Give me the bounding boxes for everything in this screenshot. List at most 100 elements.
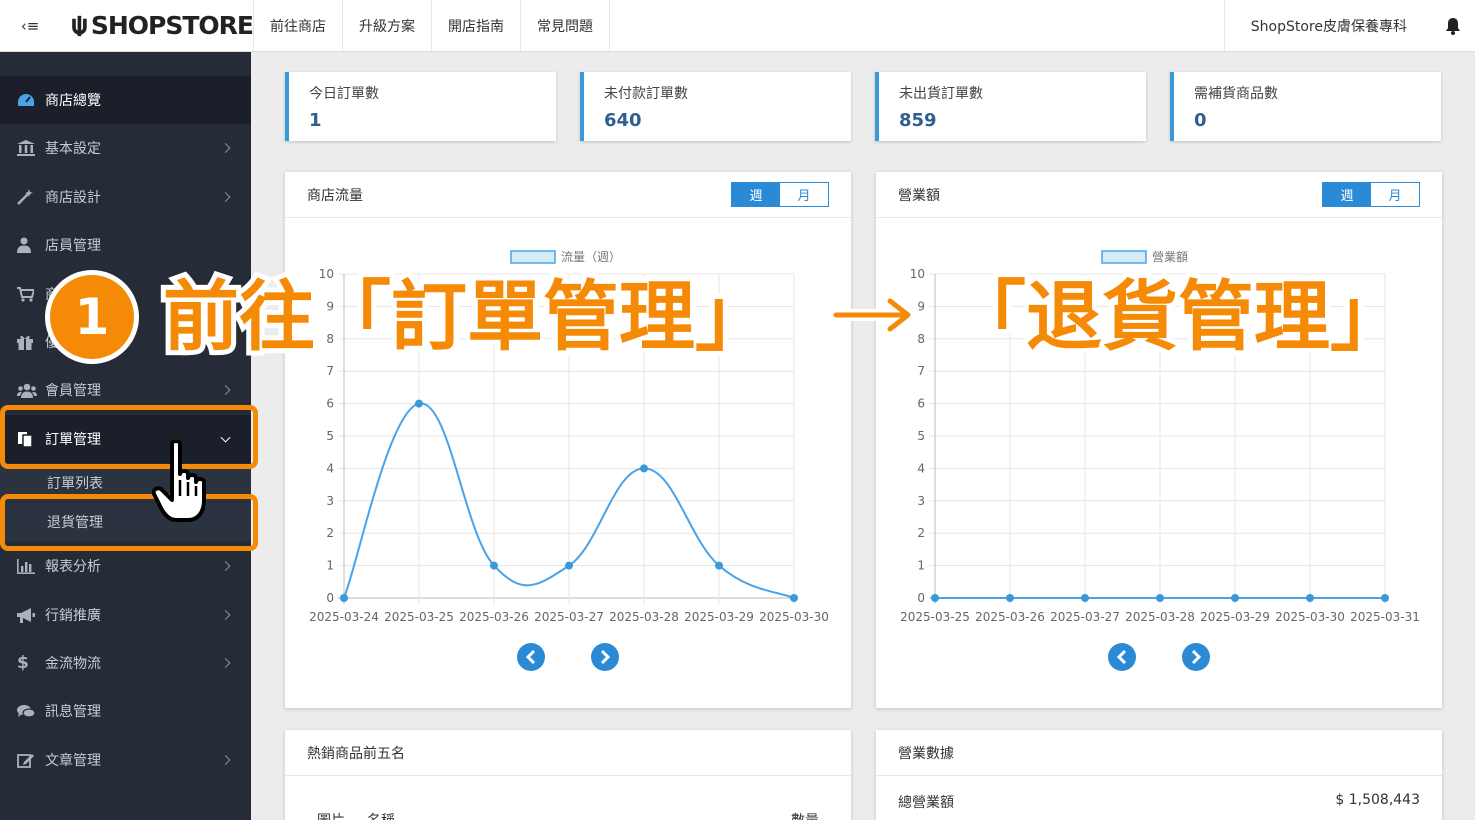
x-tick-label: 2025-03-28 xyxy=(1125,610,1195,624)
sidebar-item-marketing[interactable]: 行銷推廣 xyxy=(0,591,251,639)
x-tick-label: 2025-03-26 xyxy=(459,610,529,624)
panel-title: 營業數據 xyxy=(898,745,954,762)
y-tick-label: 5 xyxy=(917,429,925,443)
magic-wand-icon xyxy=(17,188,39,206)
stat-card-unshipped-orders[interactable]: 未出貨訂單數 859 xyxy=(875,72,1146,141)
chevron-right-icon xyxy=(220,561,231,571)
notification-button[interactable] xyxy=(1431,17,1475,35)
month-button[interactable]: 月 xyxy=(1371,183,1419,206)
stat-card-today-orders[interactable]: 今日訂單數 1 xyxy=(285,72,556,141)
stat-value: 859 xyxy=(899,110,937,131)
y-tick-label: 6 xyxy=(326,397,334,411)
stat-card-restock-products[interactable]: 需補貨商品數 0 xyxy=(1170,72,1441,141)
data-point xyxy=(790,594,798,602)
y-tick-label: 2 xyxy=(917,526,925,540)
y-tick-label: 1 xyxy=(326,559,334,573)
logo[interactable]: SHOPSTORE xyxy=(60,0,254,51)
next-week-button[interactable] xyxy=(591,643,619,671)
sidebar-item-dashboard[interactable]: 商店總覽 xyxy=(0,76,251,124)
x-tick-label: 2025-03-30 xyxy=(759,610,829,624)
chevron-right-icon xyxy=(220,143,231,153)
shop-name-menu[interactable]: ShopStore皮膚保養專科 xyxy=(1223,0,1431,51)
sidebar-item-payments-logistics[interactable]: $ 金流物流 xyxy=(0,639,251,687)
legend-swatch xyxy=(1101,250,1147,264)
x-tick-label: 2025-03-29 xyxy=(684,610,754,624)
y-tick-label: 6 xyxy=(917,397,925,411)
chevron-right-icon xyxy=(220,658,231,668)
sidebar-toggle-button[interactable]: ‹≡ xyxy=(0,0,60,51)
chevron-right-icon xyxy=(220,385,231,395)
column-header-image: 圖片 xyxy=(317,810,345,820)
period-toggle: 週 月 xyxy=(1322,182,1420,207)
prev-week-button[interactable] xyxy=(1108,643,1136,671)
sidebar-item-messages[interactable]: 訊息管理 xyxy=(0,687,251,735)
data-point xyxy=(640,464,648,473)
nav-faq[interactable]: 常見問題 xyxy=(521,0,610,51)
legend-label: 營業額 xyxy=(1152,250,1188,264)
x-tick-label: 2025-03-24 xyxy=(309,610,379,624)
hot-products-panel: 熱銷商品前五名 圖片 名稱 數量 xyxy=(285,730,851,820)
data-point xyxy=(340,594,348,602)
stat-label: 未付款訂單數 xyxy=(604,86,688,102)
y-tick-label: 4 xyxy=(326,461,334,475)
dollar-icon: $ xyxy=(17,653,29,673)
x-tick-label: 2025-03-27 xyxy=(1050,610,1120,624)
x-tick-label: 2025-03-29 xyxy=(1200,610,1270,624)
x-tick-label: 2025-03-25 xyxy=(384,610,454,624)
traffic-panel: 商店流量 週 月 流量（週） 0 1 2 3 4 5 6 7 8 9 10 2025-03-24 2025… xyxy=(285,172,851,708)
sidebar-item-label: 行銷推廣 xyxy=(45,608,101,624)
y-tick-label: 0 xyxy=(326,591,334,605)
y-tick-label: 7 xyxy=(326,364,334,378)
data-point xyxy=(565,561,573,570)
logo-icon xyxy=(72,15,87,36)
nav-go-store[interactable]: 前往商店 xyxy=(254,0,343,51)
sidebar-item-label: 報表分析 xyxy=(45,559,101,575)
gift-icon xyxy=(17,333,39,351)
x-tick-label: 2025-03-25 xyxy=(900,610,970,624)
stat-card-unpaid-orders[interactable]: 未付款訂單數 640 xyxy=(580,72,851,141)
bar-chart-icon xyxy=(17,557,39,575)
sidebar-item-basic-settings[interactable]: 基本設定 xyxy=(0,124,251,172)
sidebar-item-label: 金流物流 xyxy=(45,656,101,672)
month-button[interactable]: 月 xyxy=(780,183,828,206)
sidebar-item-articles[interactable]: 文章管理 xyxy=(0,736,251,784)
chevron-right-icon xyxy=(220,610,231,620)
chevron-right-icon xyxy=(1191,650,1202,664)
column-header-quantity: 數量 xyxy=(791,810,819,820)
nav-upgrade-plan[interactable]: 升級方案 xyxy=(343,0,432,51)
y-tick-label: 5 xyxy=(326,429,334,443)
legend-swatch xyxy=(510,250,556,264)
data-point xyxy=(1306,594,1314,602)
users-icon xyxy=(17,381,39,399)
stat-label: 需補貨商品數 xyxy=(1194,86,1278,102)
week-button[interactable]: 週 xyxy=(732,183,780,206)
chevron-left-icon xyxy=(1116,650,1127,664)
data-point xyxy=(415,399,423,408)
panel-title: 熱銷商品前五名 xyxy=(307,745,405,762)
arrow-right-icon xyxy=(832,295,914,335)
sidebar-item-label: 會員管理 xyxy=(45,383,101,399)
stat-label: 今日訂單數 xyxy=(309,86,379,102)
data-point xyxy=(1156,594,1164,602)
x-tick-label: 2025-03-31 xyxy=(1350,610,1420,624)
prev-week-button[interactable] xyxy=(517,643,545,671)
sidebar-item-label: 訊息管理 xyxy=(45,704,101,720)
business-data-panel: 營業數據 總營業額 $ 1,508,443 xyxy=(876,730,1442,820)
data-point xyxy=(490,561,498,570)
stat-value: 640 xyxy=(604,110,642,131)
sidebar-item-label: 商店總覽 xyxy=(45,93,101,109)
next-week-button[interactable] xyxy=(1182,643,1210,671)
total-revenue-value: $ 1,508,443 xyxy=(1335,792,1420,808)
sidebar-item-store-design[interactable]: 商店設計 xyxy=(0,173,251,221)
y-tick-label: 4 xyxy=(917,461,925,475)
sidebar-item-staff[interactable]: 店員管理 xyxy=(0,221,251,269)
data-point xyxy=(1231,594,1239,602)
highlight-orders xyxy=(0,405,258,469)
bell-icon xyxy=(1446,17,1460,35)
week-button[interactable]: 週 xyxy=(1323,183,1371,206)
nav-store-guide[interactable]: 開店指南 xyxy=(432,0,521,51)
instruction-text-a: 前往「訂單管理」 xyxy=(163,272,771,361)
x-tick-label: 2025-03-28 xyxy=(609,610,679,624)
y-tick-label: 2 xyxy=(326,526,334,540)
period-toggle: 週 月 xyxy=(731,182,829,207)
